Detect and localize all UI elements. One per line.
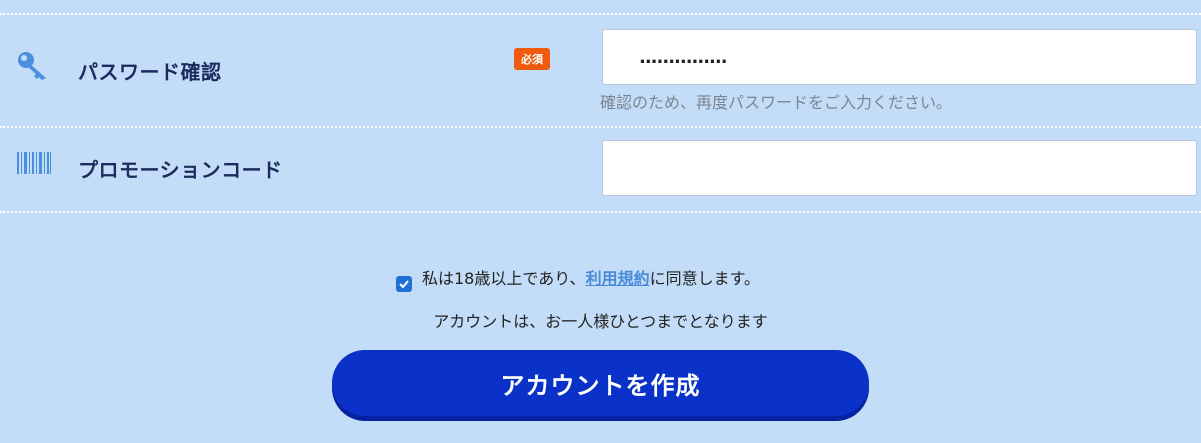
required-badge: 必須	[514, 48, 550, 70]
agreement-row: 私は18歳以上であり、利用規約に同意します。	[396, 262, 760, 292]
key-icon	[16, 50, 52, 86]
promo-code-label: プロモーションコード	[78, 158, 283, 182]
agreement-text-before: 私は18歳以上であり、	[422, 269, 586, 288]
terms-link[interactable]: 利用規約	[586, 269, 650, 288]
password-confirm-input[interactable]	[602, 29, 1197, 85]
barcode-icon	[17, 152, 51, 178]
account-limit-note: アカウントは、お一人様ひとつまでとなります	[433, 312, 768, 331]
agreement-text-after: に同意します。	[649, 269, 760, 288]
promo-code-input[interactable]	[602, 140, 1197, 196]
check-icon	[399, 280, 409, 289]
agree-checkbox[interactable]	[396, 276, 412, 292]
top-divider	[0, 13, 1201, 15]
password-confirm-hint: 確認のため、再度パスワードをご入力ください。	[600, 93, 953, 112]
password-confirm-label: パスワード確認	[78, 60, 222, 84]
middle-divider	[0, 126, 1201, 128]
agreement-text: 私は18歳以上であり、利用規約に同意します。	[422, 265, 760, 289]
bottom-divider	[0, 211, 1201, 213]
create-account-button[interactable]: アカウントを作成	[332, 350, 869, 416]
